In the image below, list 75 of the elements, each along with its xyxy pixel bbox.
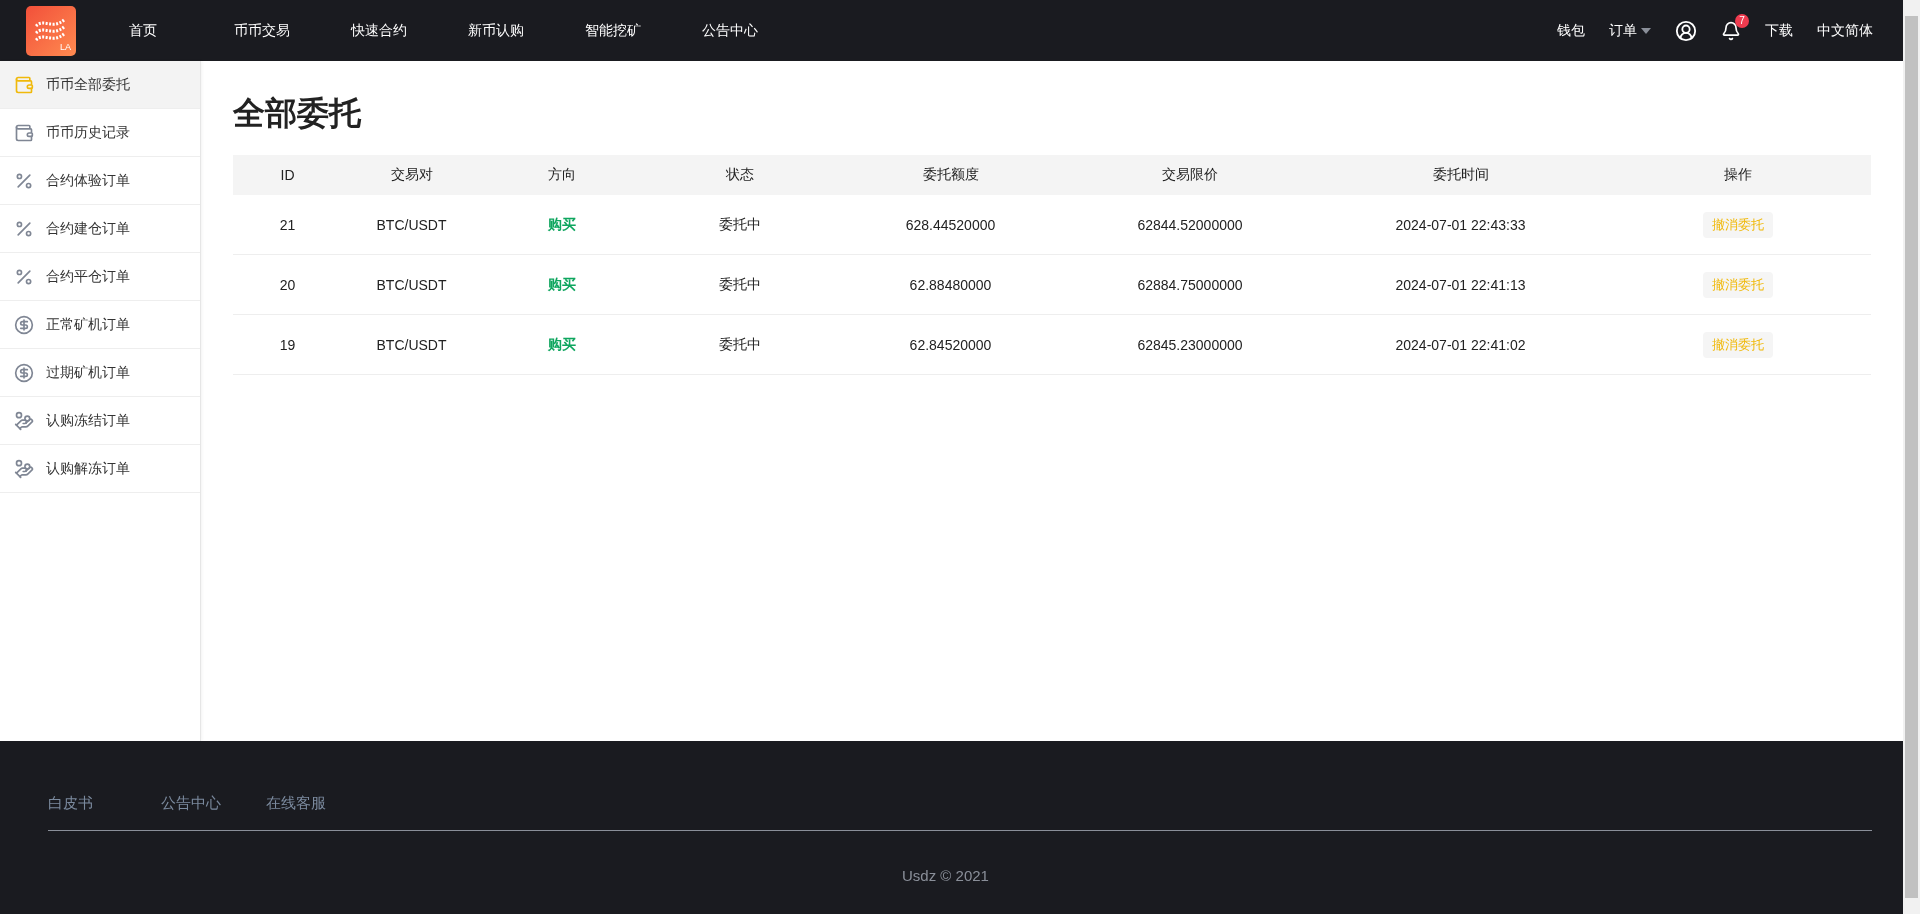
sidebar-item[interactable]: 合约平仓订单 xyxy=(0,253,200,301)
direction-cell: 购买 xyxy=(547,275,576,294)
table-cell: 20 xyxy=(279,276,296,293)
sidebar-item-label: 过期矿机订单 xyxy=(46,363,130,382)
dollar-coin-icon xyxy=(14,362,34,383)
table-cell: 62845.23000000 xyxy=(1137,336,1243,353)
table-cell: 19 xyxy=(279,336,296,353)
table-cell: 62.84520000 xyxy=(909,336,992,353)
sidebar-item[interactable]: 币币全部委托 xyxy=(0,61,200,109)
column-header: 操作 xyxy=(1723,166,1752,184)
table-cell: 628.44520000 xyxy=(905,216,996,233)
table-cell: 21 xyxy=(279,216,296,233)
table-cell: 委托中 xyxy=(719,275,761,294)
sidebar-item-label: 合约建仓订单 xyxy=(46,219,130,238)
wallet-icon xyxy=(14,122,34,143)
sidebar-item[interactable]: 币币历史记录 xyxy=(0,109,200,157)
language-selector[interactable]: 中文简体 xyxy=(1817,21,1873,40)
sidebar-item-label: 合约平仓订单 xyxy=(46,267,130,286)
table-cell: 62844.52000000 xyxy=(1137,216,1243,233)
nav-link[interactable]: 公告中心 xyxy=(682,21,778,40)
orders-dropdown[interactable]: 订单 xyxy=(1609,21,1651,40)
logo-text: LA xyxy=(60,41,72,54)
scrollbar-thumb[interactable] xyxy=(1905,16,1918,898)
footer-link[interactable]: 在线客服 xyxy=(266,794,326,813)
scrollbar[interactable] xyxy=(1903,0,1920,914)
notification-bell-icon[interactable] xyxy=(1721,20,1741,41)
nav-link[interactable]: 币币交易 xyxy=(214,21,310,40)
sidebar-item-label: 正常矿机订单 xyxy=(46,315,130,334)
sidebar-item-label: 合约体验订单 xyxy=(46,171,130,190)
column-header: 方向 xyxy=(547,166,576,184)
table-cell: 委托中 xyxy=(719,335,761,354)
table-cell: BTC/USDT xyxy=(376,216,447,233)
nav-link[interactable]: 智能挖矿 xyxy=(565,21,661,40)
nav-link[interactable]: 新币认购 xyxy=(448,21,544,40)
table-cell: 62884.75000000 xyxy=(1137,276,1243,293)
user-account-icon[interactable] xyxy=(1675,19,1697,42)
sidebar-item[interactable]: 过期矿机订单 xyxy=(0,349,200,397)
direction-cell: 购买 xyxy=(547,215,576,234)
sidebar-item-label: 币币历史记录 xyxy=(46,123,130,142)
sidebar-item[interactable]: 正常矿机订单 xyxy=(0,301,200,349)
sidebar-item[interactable]: 认购解冻订单 xyxy=(0,445,200,493)
footer-link[interactable]: 公告中心 xyxy=(161,794,221,813)
hand-coin-icon xyxy=(14,458,34,479)
sidebar-item[interactable]: 合约体验订单 xyxy=(0,157,200,205)
sidebar-item[interactable]: 合约建仓订单 xyxy=(0,205,200,253)
table-cell: 2024-07-01 22:41:02 xyxy=(1395,336,1526,353)
nav-link[interactable]: 快速合约 xyxy=(331,21,427,40)
nav-link[interactable]: 首页 xyxy=(109,21,193,40)
direction-cell: 购买 xyxy=(547,335,576,354)
table-cell: 2024-07-01 22:41:13 xyxy=(1395,276,1526,293)
sidebar-item[interactable]: 认购冻结订单 xyxy=(0,397,200,445)
table-cell: BTC/USDT xyxy=(376,276,447,293)
table-cell: 2024-07-01 22:43:33 xyxy=(1395,216,1526,233)
column-header: 状态 xyxy=(726,166,754,184)
column-header: 委托时间 xyxy=(1432,166,1489,184)
dollar-coin-icon xyxy=(14,314,34,335)
hand-coin-icon xyxy=(14,410,34,431)
page-title: 全部委托 xyxy=(233,94,363,133)
sidebar-item-label: 币币全部委托 xyxy=(46,75,130,94)
column-header: 交易对 xyxy=(390,166,433,184)
column-header: 交易限价 xyxy=(1162,166,1218,184)
sidebar-item-label: 认购冻结订单 xyxy=(46,411,130,430)
footer-link[interactable]: 白皮书 xyxy=(48,794,93,813)
column-header: ID xyxy=(280,167,295,183)
wallet-link[interactable]: 钱包 xyxy=(1557,21,1585,40)
table-cell: 62.88480000 xyxy=(909,276,992,293)
copyright-text: Usdz © 2021 xyxy=(902,867,989,884)
sidebar-item-label: 认购解冻订单 xyxy=(46,459,130,478)
column-header: 委托额度 xyxy=(922,166,979,184)
download-link[interactable]: 下载 xyxy=(1765,21,1793,40)
table-cell: BTC/USDT xyxy=(376,336,447,353)
caret-icon xyxy=(1641,27,1651,34)
notification-badge: 7 xyxy=(1735,13,1749,28)
table-cell: 委托中 xyxy=(719,215,761,234)
wallet-icon xyxy=(14,74,34,95)
